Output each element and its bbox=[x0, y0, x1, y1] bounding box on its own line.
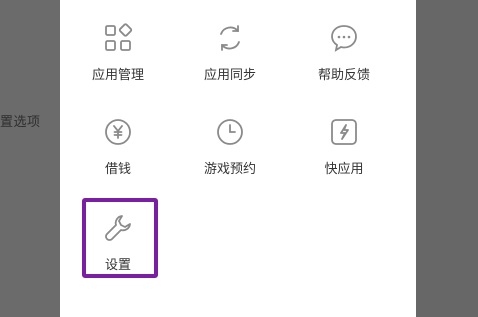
menu-item-help-feedback[interactable]: 帮助反馈 bbox=[294, 22, 394, 102]
menu-item-label: 帮助反馈 bbox=[317, 68, 370, 83]
apps-grid-icon bbox=[102, 22, 134, 54]
menu-item-label: 快应用 bbox=[324, 162, 364, 177]
clock-icon bbox=[214, 116, 246, 148]
menu-item-app-sync[interactable]: 应用同步 bbox=[180, 22, 280, 102]
yen-coin-icon bbox=[102, 116, 134, 148]
menu-item-app-management[interactable]: 应用管理 bbox=[68, 22, 168, 102]
dimmed-background-right bbox=[416, 0, 478, 317]
highlight-box bbox=[82, 198, 158, 278]
menu-item-label: 游戏预约 bbox=[203, 162, 256, 177]
menu-item-label: 应用管理 bbox=[91, 68, 144, 83]
menu-item-game-reservation[interactable]: 游戏预约 bbox=[180, 116, 280, 196]
menu-item-quick-app[interactable]: 快应用 bbox=[294, 116, 394, 196]
menu-item-borrow-money[interactable]: 借钱 bbox=[68, 116, 168, 196]
menu-item-label: 借钱 bbox=[104, 162, 131, 177]
menu-item-label: 应用同步 bbox=[203, 68, 256, 83]
dimmed-background-left bbox=[0, 0, 60, 317]
quick-app-icon bbox=[328, 116, 360, 148]
sync-icon bbox=[214, 22, 246, 54]
chat-bubble-icon bbox=[328, 22, 360, 54]
background-partial-text: 置选项 bbox=[0, 115, 41, 130]
